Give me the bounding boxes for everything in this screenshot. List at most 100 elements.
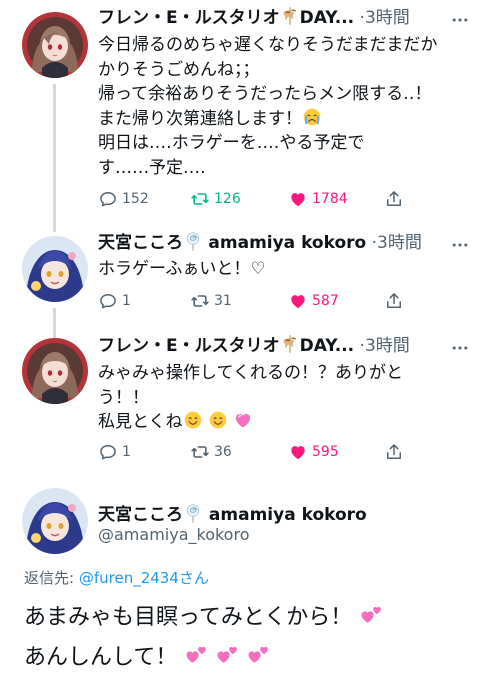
- reply-to-label: 返信先:: [24, 569, 75, 587]
- like-icon: [288, 189, 308, 209]
- reply-count: 152: [122, 191, 149, 207]
- reply-to-line: 返信先: @furen_2434さん: [24, 567, 209, 588]
- main-tweet-text: あまみゃも目瞑ってみとくから！ あんしんして！: [24, 598, 474, 678]
- avatar[interactable]: [22, 338, 88, 404]
- tweet-1[interactable]: フレン・E・ルスタリオ DAY... ·3時間 今日帰るのめちゃ遅くなりそうだまだ…: [0, 0, 490, 232]
- author-name-suffix[interactable]: amamiya kokoro: [209, 505, 367, 525]
- like-button[interactable]: 595: [288, 442, 339, 462]
- like-count: 1784: [312, 191, 348, 207]
- tweet-actions: 152 126 1784: [98, 189, 418, 213]
- author-name[interactable]: 天宮こころ: [98, 505, 183, 525]
- text-line: あまみゃも目瞑ってみとくから！: [24, 605, 353, 630]
- like-icon: [288, 291, 308, 311]
- retweet-count: 31: [214, 293, 232, 309]
- two-hearts-emoji: [248, 646, 269, 663]
- two-hearts-emoji: [361, 606, 382, 623]
- more-icon[interactable]: [450, 338, 470, 358]
- carousel-horse-emoji: [280, 6, 300, 26]
- avatar-furen-image: [22, 338, 88, 404]
- main-author-handle[interactable]: @amamiya_kokoro: [98, 525, 249, 544]
- share-button[interactable]: [384, 442, 404, 462]
- like-count: 587: [312, 293, 339, 309]
- carousel-horse-emoji: [280, 334, 300, 354]
- tweet-header: 天宮こころ amamiya kokoro ·3時間: [98, 231, 472, 255]
- more-icon[interactable]: [450, 235, 470, 255]
- retweet-button[interactable]: 126: [190, 189, 241, 209]
- tweet-actions: 1 31 587: [98, 291, 418, 315]
- author-name-suffix[interactable]: DAY...: [300, 336, 355, 356]
- avatar-kokoro-image: [22, 236, 88, 302]
- tweet-time[interactable]: 3時間: [365, 336, 410, 356]
- crying-face-emoji: [302, 107, 322, 127]
- reply-icon: [98, 189, 118, 209]
- author-name[interactable]: フレン・E・ルスタリオ: [98, 336, 280, 356]
- retweet-button[interactable]: 36: [190, 442, 232, 462]
- text-line-with-emoji: あんしんして！: [24, 638, 474, 678]
- text-line: ホラゲーふぁいと！♡: [98, 259, 266, 279]
- author-name[interactable]: フレン・E・ルスタリオ: [98, 8, 280, 28]
- text-line: 帰って余裕ありそうだったらメン限する‥！: [98, 84, 432, 104]
- text-line: かりそうごめんね；；: [98, 59, 260, 80]
- author-name-suffix[interactable]: DAY...: [300, 8, 355, 28]
- avatar[interactable]: [22, 236, 88, 302]
- tweet-text: みゃみゃ操作してくれるの！？ありがと う！！ 私見とくね: [98, 361, 468, 435]
- text-line: 今日帰るのめちゃ遅くなりそうだまだまだか: [98, 35, 438, 55]
- smiling-face-emoji: [208, 410, 228, 430]
- main-avatar[interactable]: [22, 488, 88, 554]
- main-author-name[interactable]: 天宮こころ amamiya kokoro: [98, 500, 367, 525]
- tweet-actions: 1 36 595: [98, 442, 418, 466]
- text-line: また帰り次第連絡します！: [98, 108, 302, 129]
- reply-button[interactable]: 152: [98, 189, 149, 209]
- avatar-furen-image: [22, 12, 88, 78]
- reply-icon: [98, 442, 118, 462]
- retweet-button[interactable]: 31: [190, 291, 232, 311]
- like-button[interactable]: 587: [288, 291, 339, 311]
- reply-button[interactable]: 1: [98, 442, 131, 462]
- growing-heart-emoji: [233, 410, 253, 430]
- text-line: う！！: [98, 387, 149, 408]
- like-button[interactable]: 1784: [288, 189, 348, 209]
- text-line-with-emoji: また帰り次第連絡します！: [98, 107, 468, 132]
- reply-count: 1: [122, 444, 131, 460]
- tweet-header: フレン・E・ルスタリオ DAY... ·3時間: [98, 334, 472, 358]
- reply-icon: [98, 291, 118, 311]
- retweet-icon: [190, 189, 210, 209]
- reply-to-link[interactable]: @furen_2434さん: [79, 569, 209, 587]
- share-icon: [384, 291, 404, 311]
- reply-count: 1: [122, 293, 131, 309]
- reply-button[interactable]: 1: [98, 291, 131, 311]
- share-button[interactable]: [384, 189, 404, 209]
- text-line: みゃみゃ操作してくれるの！？ありがと: [98, 363, 403, 383]
- author-name[interactable]: 天宮こころ: [98, 233, 183, 253]
- two-hearts-emoji: [217, 646, 238, 663]
- text-line: 明日は‥‥ホラゲーを‥‥やる予定で: [98, 133, 365, 153]
- lollipop-emoji: [183, 503, 203, 523]
- more-icon[interactable]: [450, 10, 470, 30]
- tweet-text: ホラゲーふぁいと！♡: [98, 257, 468, 282]
- thread-line: [53, 84, 56, 232]
- like-count: 595: [312, 444, 339, 460]
- retweet-icon: [190, 442, 210, 462]
- text-line: す‥‥‥予定‥‥: [98, 157, 206, 178]
- avatar-kokoro-image: [22, 488, 88, 554]
- smiling-face-emoji: [183, 410, 203, 430]
- text-line: あんしんして！: [24, 645, 178, 670]
- share-icon: [384, 442, 404, 462]
- text-line: 私見とくね: [98, 412, 183, 432]
- tweet-text: 今日帰るのめちゃ遅くなりそうだまだまだか かりそうごめんね；； 帰って余裕ありそ…: [98, 33, 468, 180]
- tweet-header: フレン・E・ルスタリオ DAY... ·3時間: [98, 6, 472, 30]
- retweet-count: 126: [214, 191, 241, 207]
- lollipop-emoji: [183, 231, 203, 251]
- retweet-count: 36: [214, 444, 232, 460]
- author-name-suffix[interactable]: amamiya kokoro: [208, 233, 366, 253]
- tweet-time[interactable]: 3時間: [365, 8, 410, 28]
- avatar[interactable]: [22, 12, 88, 78]
- tweet-time[interactable]: 3時間: [377, 233, 422, 253]
- share-button[interactable]: [384, 291, 404, 311]
- tweet-2[interactable]: 天宮こころ amamiya kokoro ·3時間 ホラゲーふぁいと！♡ 1 3…: [0, 228, 490, 338]
- text-line-with-emoji: あまみゃも目瞑ってみとくから！: [24, 598, 474, 638]
- retweet-icon: [190, 291, 210, 311]
- tweet-3[interactable]: フレン・E・ルスタリオ DAY... ·3時間 みゃみゃ操作してくれるの！？ありが…: [0, 330, 490, 480]
- share-icon: [384, 189, 404, 209]
- two-hearts-emoji: [186, 646, 207, 663]
